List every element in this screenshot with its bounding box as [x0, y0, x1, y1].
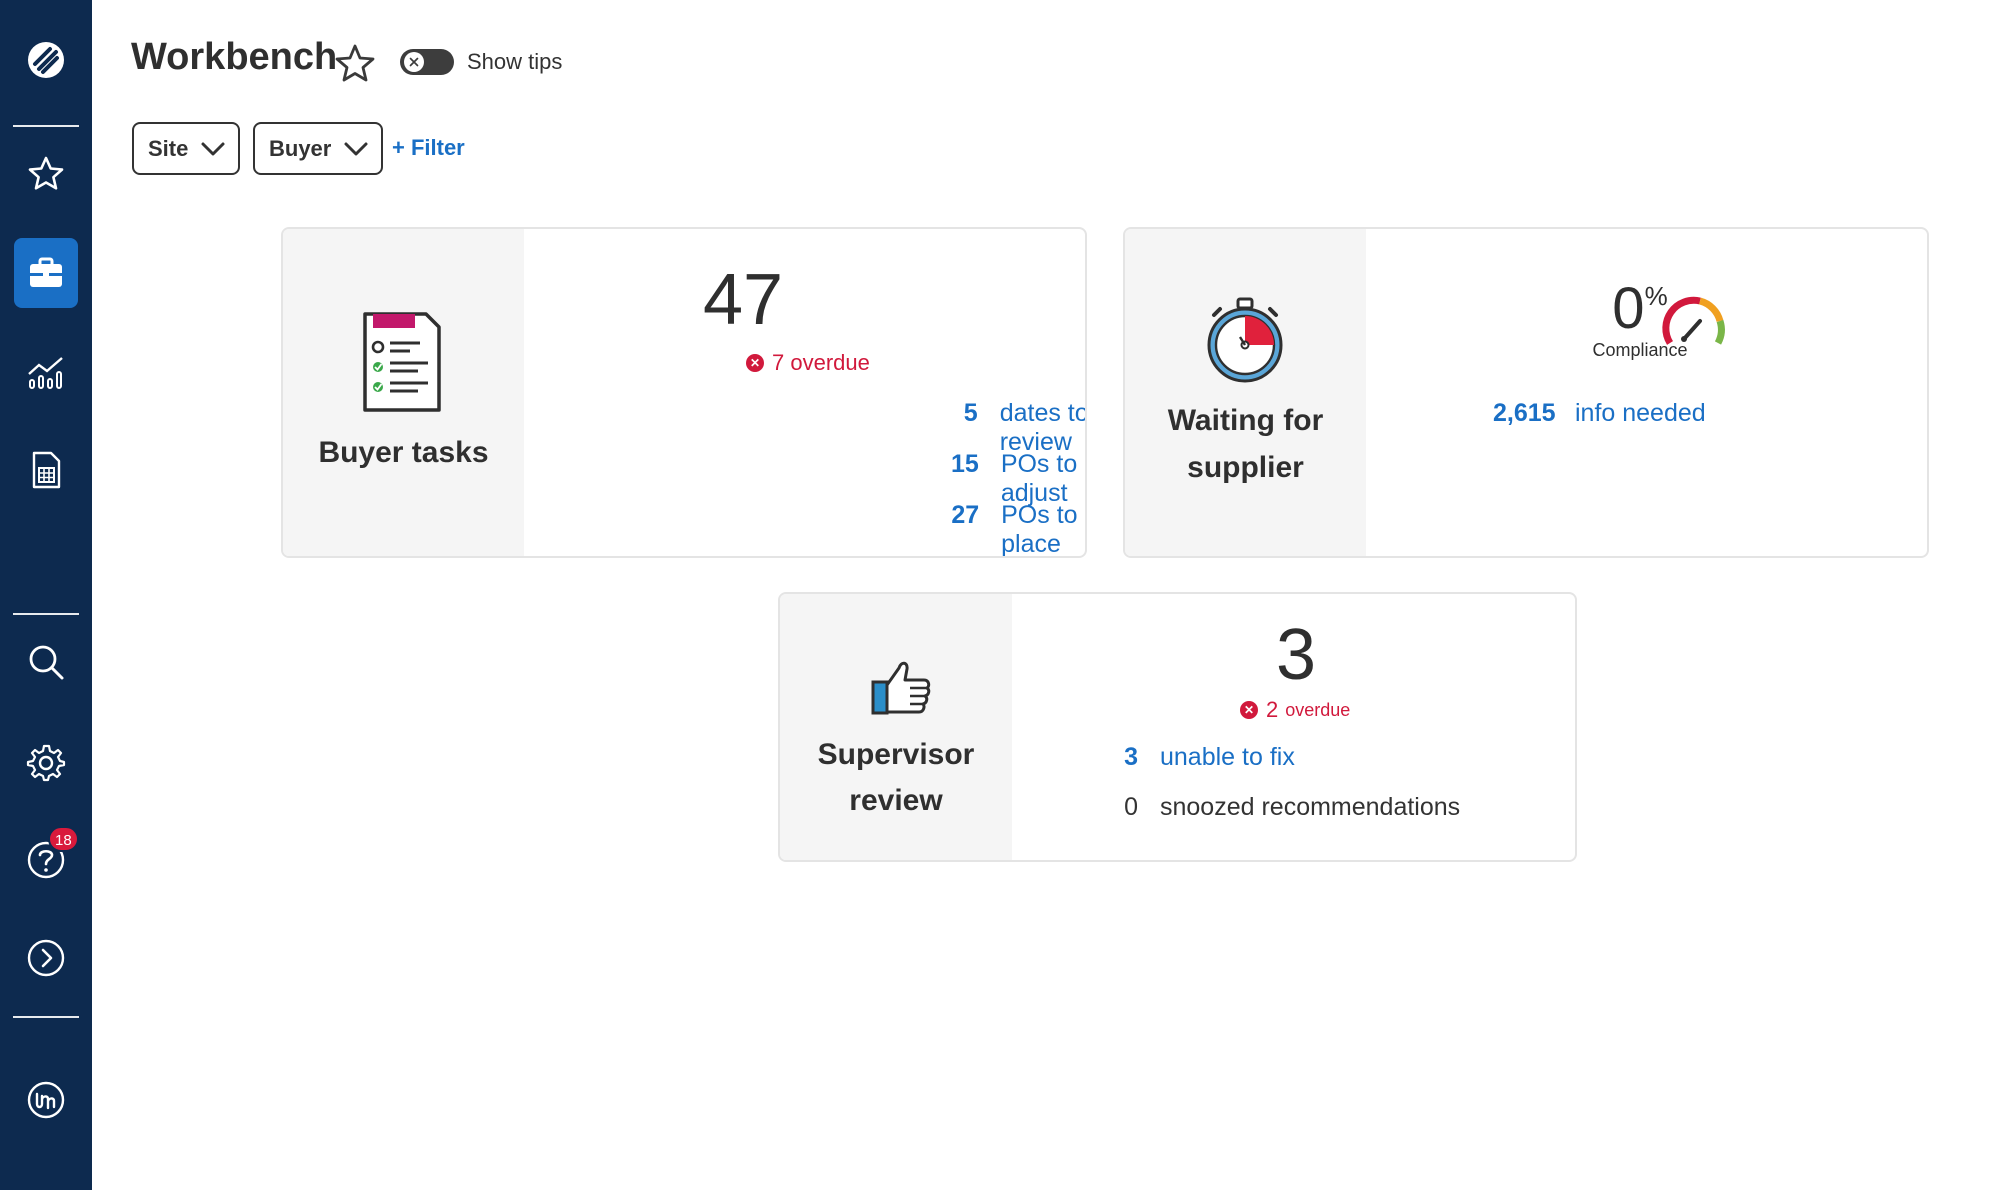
chevron-down-icon — [344, 142, 368, 155]
sidebar-item-reports[interactable] — [14, 438, 78, 502]
waiting-supplier-card[interactable]: Waiting for supplier 0% Compliance 2,615… — [1123, 227, 1929, 558]
show-tips-toggle[interactable] — [400, 49, 454, 75]
buyer-filter-dropdown[interactable]: Buyer — [253, 122, 384, 175]
buyer-tasks-title: Buyer tasks — [318, 436, 489, 469]
overdue-error-icon: ✕ — [1240, 701, 1258, 719]
waiting-supplier-title-line2: supplier — [1187, 451, 1304, 484]
sidebar-divider — [13, 125, 79, 127]
row-label: info needed — [1575, 399, 1706, 427]
supervisor-review-title-line1: Supervisor — [817, 738, 975, 771]
overdue-error-icon: ✕ — [746, 354, 764, 372]
info-needed-row[interactable]: 2,615 info needed — [1493, 399, 1706, 428]
row-label: snoozed recommendations — [1160, 793, 1461, 821]
page-title: Workbench — [131, 36, 338, 78]
stopwatch-icon — [1207, 297, 1283, 383]
sidebar-item-account[interactable] — [14, 1068, 78, 1132]
star-icon — [28, 156, 64, 190]
supervisor-review-overdue[interactable]: ✕ 2 overdue — [1240, 697, 1350, 723]
app-logo-icon[interactable] — [14, 28, 78, 92]
sidebar-divider — [13, 1016, 79, 1018]
site-filter-dropdown[interactable]: Site — [132, 122, 241, 175]
buyer-tasks-overdue-label: 7 overdue — [772, 350, 870, 375]
buyer-tasks-row[interactable]: 5 dates to review — [951, 399, 1087, 457]
chevron-down-icon — [201, 142, 225, 155]
supervisor-review-total: 3 — [1275, 615, 1317, 695]
supervisor-overdue-count: 2 — [1266, 697, 1279, 722]
compliance-value: 0 — [1612, 276, 1645, 341]
supervisor-review-card-header: Supervisor review — [780, 594, 1012, 860]
gauge-icon — [1662, 296, 1725, 345]
row-count: 3 — [1124, 743, 1138, 771]
row-count: 0 — [1124, 793, 1138, 821]
sidebar-item-expand[interactable] — [14, 926, 78, 990]
buyer-tasks-row[interactable]: 15 POs to adjust — [951, 450, 1085, 508]
row-label: POs to place — [1001, 501, 1078, 558]
row-count: 5 — [963, 399, 978, 427]
search-icon — [29, 645, 64, 680]
buyer-filter-label: Buyer — [269, 135, 332, 161]
row-count: 15 — [951, 450, 979, 478]
show-tips-label: Show tips — [467, 49, 563, 74]
user-logo-icon — [27, 1081, 65, 1119]
add-filter-link[interactable]: + Filter — [392, 135, 465, 161]
row-label: unable to fix — [1160, 743, 1295, 771]
sidebar-divider — [13, 613, 79, 615]
sidebar: 18 — [0, 0, 92, 1190]
checklist-icon — [363, 312, 441, 412]
row-count: 27 — [951, 501, 980, 529]
sidebar-item-search[interactable] — [14, 630, 78, 694]
gear-icon — [26, 744, 66, 782]
thumbs-up-icon — [871, 661, 931, 715]
chart-icon — [28, 357, 63, 389]
toggle-knob — [404, 52, 424, 72]
row-count: 2,615 — [1493, 399, 1556, 427]
favorite-star-icon[interactable] — [333, 42, 377, 86]
row-label: dates to review — [999, 399, 1087, 456]
sidebar-item-favorites[interactable] — [14, 142, 78, 206]
briefcase-icon — [30, 257, 62, 287]
supervisor-review-card[interactable]: Supervisor review 3 ✕ 2 overdue 3 unable… — [778, 592, 1577, 862]
supervisor-review-row[interactable]: 0 snoozed recommendations — [1108, 793, 1460, 822]
buyer-tasks-card[interactable]: Buyer tasks 47 ✕ 7 overdue 5 dates to re… — [281, 227, 1087, 558]
sidebar-item-settings[interactable] — [14, 730, 78, 794]
sidebar-item-workbench[interactable] — [14, 238, 78, 308]
buyer-tasks-row[interactable]: 27 POs to place — [951, 501, 1085, 558]
site-filter-label: Site — [148, 135, 189, 161]
row-label: POs to adjust — [1000, 450, 1078, 507]
supervisor-overdue-label: overdue — [1285, 699, 1351, 720]
close-icon — [409, 57, 419, 67]
help-notification-badge: 18 — [48, 826, 79, 852]
supervisor-review-row[interactable]: 3 unable to fix — [1108, 743, 1295, 772]
buyer-tasks-total: 47 — [702, 260, 784, 340]
buyer-tasks-overdue[interactable]: ✕ 7 overdue — [746, 350, 870, 376]
sidebar-item-analytics[interactable] — [14, 340, 78, 404]
document-icon — [32, 451, 61, 489]
chevron-right-circle-icon — [27, 939, 65, 977]
waiting-supplier-card-header: Waiting for supplier — [1125, 229, 1366, 556]
supervisor-review-title-line2: review — [849, 784, 943, 817]
buyer-tasks-card-header: Buyer tasks — [283, 229, 524, 556]
waiting-supplier-title-line1: Waiting for — [1167, 404, 1324, 437]
